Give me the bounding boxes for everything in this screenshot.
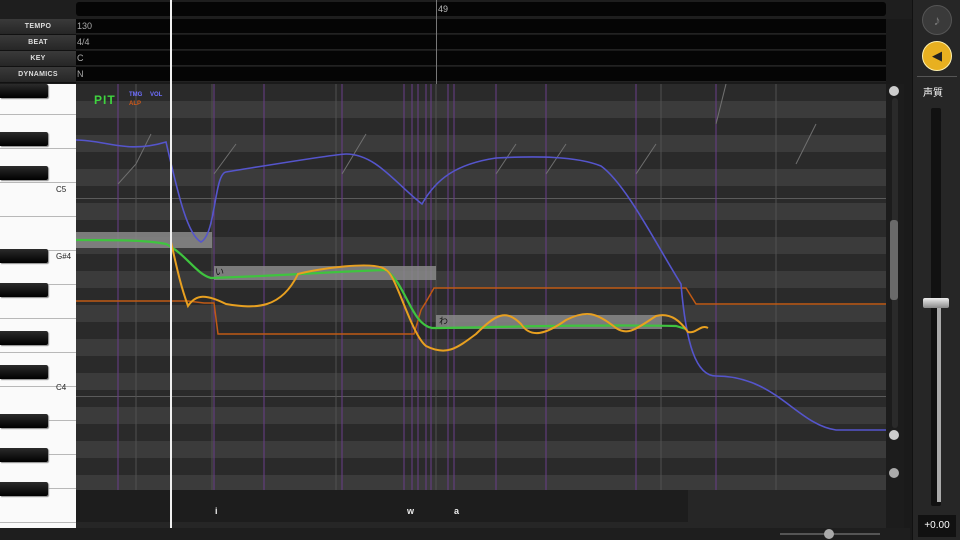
key-label-c5: C5 [56, 185, 67, 194]
zoom-handle[interactable] [824, 529, 834, 539]
bar-line [436, 0, 437, 84]
voice-quality-label: 声質 [923, 88, 943, 99]
legend-alp[interactable]: ALP [129, 101, 141, 107]
param-dynamics-label: DYNAMICS [0, 67, 76, 83]
black-key[interactable] [0, 84, 48, 98]
black-key[interactable] [0, 414, 48, 428]
param-beat-value[interactable]: 4/4 [76, 35, 886, 50]
curve-layer [76, 84, 886, 490]
bar-number: 49 [438, 4, 449, 14]
lyric-w[interactable]: w [407, 506, 414, 516]
black-key[interactable] [0, 283, 48, 297]
param-key-value[interactable]: C [76, 51, 886, 66]
playhead[interactable] [170, 0, 172, 528]
legend-pit[interactable]: PIT [94, 93, 116, 107]
lyric-track[interactable]: i w a [76, 490, 886, 528]
vertical-zoom-handle[interactable] [889, 468, 899, 478]
music-note-icon[interactable]: ♪ [922, 5, 952, 35]
black-key[interactable] [0, 448, 48, 462]
black-key[interactable] [0, 331, 48, 345]
param-key-label: KEY [0, 51, 76, 67]
black-key[interactable] [0, 249, 48, 263]
param-tempo-label: TEMPO [0, 19, 76, 35]
legend-vol[interactable]: VOL [150, 92, 162, 98]
horizontal-scrollbar[interactable] [0, 528, 910, 540]
voice-quality-value[interactable]: +0.00 [918, 515, 956, 537]
black-key[interactable] [0, 482, 48, 496]
scroll-up-icon[interactable] [889, 86, 899, 96]
voice-slider-handle[interactable] [923, 298, 949, 308]
legend-tmg[interactable]: TMG [129, 92, 142, 98]
scroll-down-icon[interactable] [889, 430, 899, 440]
black-key[interactable] [0, 166, 48, 180]
black-key[interactable] [0, 365, 48, 379]
note-label-wa: わ [439, 316, 449, 326]
lyric-a[interactable]: a [454, 506, 459, 516]
param-tempo-value[interactable]: 130 [76, 19, 886, 34]
lyric-i[interactable]: i [215, 506, 218, 516]
note-label-i: い [215, 267, 225, 277]
vertical-scrollbar[interactable] [886, 84, 904, 528]
right-panel: ♪ ◀ [912, 0, 960, 540]
pitch-grid[interactable]: い わ PIT TMG VOL ALP [76, 84, 886, 490]
bar-ruler[interactable] [76, 2, 886, 16]
black-key[interactable] [0, 132, 48, 146]
key-label-c4: C4 [56, 383, 67, 392]
piano-keyboard[interactable]: C5 G#4 C4 [0, 84, 76, 528]
param-beat-label: BEAT [0, 35, 76, 51]
key-label-gs4: G#4 [56, 252, 72, 261]
speaker-icon[interactable]: ◀ [922, 41, 952, 71]
param-dynamics-value[interactable]: N [76, 67, 886, 82]
vertical-scroll-thumb[interactable] [890, 220, 898, 300]
